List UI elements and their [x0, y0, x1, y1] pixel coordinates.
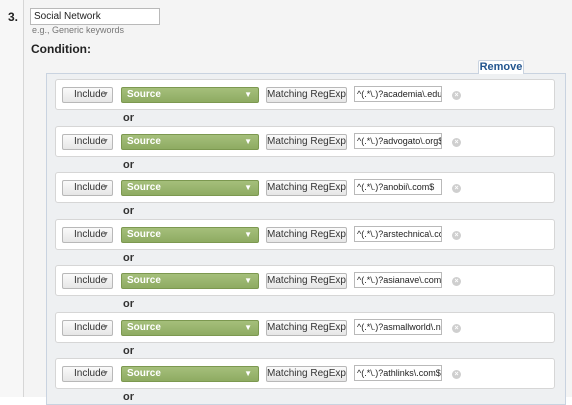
- step-number: 3.: [8, 10, 19, 24]
- chevron-down-icon: ▼: [102, 91, 109, 98]
- include-dropdown[interactable]: Include ▼: [62, 320, 113, 336]
- dimension-label: Source: [127, 368, 161, 379]
- or-separator: or: [123, 391, 134, 403]
- dropdown-arrow-icon: ▼: [244, 230, 252, 239]
- match-type-button[interactable]: Matching RegExp: [266, 227, 347, 243]
- or-separator: or: [123, 252, 134, 264]
- match-type-button[interactable]: Matching RegExp: [266, 134, 347, 150]
- dimension-label: Source: [127, 136, 161, 147]
- dimension-select[interactable]: Source ▼: [121, 134, 259, 150]
- close-circle-icon[interactable]: ×: [452, 370, 461, 379]
- dimension-select[interactable]: Source ▼: [121, 87, 259, 103]
- dimension-select[interactable]: Source ▼: [121, 320, 259, 336]
- or-separator: or: [123, 112, 134, 124]
- chevron-down-icon: ▼: [102, 138, 109, 145]
- close-circle-icon[interactable]: ×: [452, 277, 461, 286]
- match-type-button[interactable]: Matching RegExp: [266, 87, 347, 103]
- close-circle-icon[interactable]: ×: [452, 324, 461, 333]
- chevron-down-icon: ▼: [102, 184, 109, 191]
- match-type-button[interactable]: Matching RegExp: [266, 273, 347, 289]
- dimension-label: Source: [127, 182, 161, 193]
- condition-row: Include ▼ Source ▼ Matching RegExp ^(.*\.)?as…: [55, 265, 555, 296]
- condition-row: Include ▼ Source ▼ Matching RegExp ^(.*\.)?ac…: [55, 79, 555, 110]
- match-type-button[interactable]: Matching RegExp: [266, 366, 347, 382]
- chevron-down-icon: ▼: [102, 370, 109, 377]
- regex-input[interactable]: ^(.*\.)?arstechnica\.com: [354, 226, 442, 242]
- include-dropdown[interactable]: Include ▼: [62, 180, 113, 196]
- chevron-down-icon: ▼: [102, 277, 109, 284]
- match-type-button[interactable]: Matching RegExp: [266, 320, 347, 336]
- close-circle-icon[interactable]: ×: [452, 184, 461, 193]
- condition-row: Include ▼ Source ▼ Matching RegExp ^(.*\.)?ar…: [55, 219, 555, 250]
- left-gutter: 3.: [0, 0, 23, 397]
- match-type-button[interactable]: Matching RegExp: [266, 180, 347, 196]
- dimension-label: Source: [127, 89, 161, 100]
- chevron-down-icon: ▼: [102, 231, 109, 238]
- dimension-select[interactable]: Source ▼: [121, 227, 259, 243]
- include-dropdown[interactable]: Include ▼: [62, 227, 113, 243]
- include-dropdown[interactable]: Include ▼: [62, 273, 113, 289]
- condition-row: Include ▼ Source ▼ Matching RegExp ^(.*\.)?ad…: [55, 126, 555, 157]
- dimension-label: Source: [127, 229, 161, 240]
- condition-row: Include ▼ Source ▼ Matching RegExp ^(.*\.)?an…: [55, 172, 555, 203]
- dimension-select[interactable]: Source ▼: [121, 180, 259, 196]
- regex-input[interactable]: ^(.*\.)?athlinks\.com$: [354, 365, 442, 381]
- close-circle-icon[interactable]: ×: [452, 138, 461, 147]
- dropdown-arrow-icon: ▼: [244, 276, 252, 285]
- dropdown-arrow-icon: ▼: [244, 323, 252, 332]
- dimension-label: Source: [127, 275, 161, 286]
- include-dropdown[interactable]: Include ▼: [62, 366, 113, 382]
- close-circle-icon[interactable]: ×: [452, 91, 461, 100]
- remove-link[interactable]: Remove: [478, 60, 524, 74]
- or-separator: or: [123, 159, 134, 171]
- include-dropdown[interactable]: Include ▼: [62, 134, 113, 150]
- dimension-label: Source: [127, 322, 161, 333]
- chevron-down-icon: ▼: [102, 324, 109, 331]
- filter-name-input[interactable]: Social Network: [30, 8, 160, 25]
- regex-input[interactable]: ^(.*\.)?asmallworld\.net$: [354, 319, 442, 335]
- close-circle-icon[interactable]: ×: [452, 231, 461, 240]
- or-separator: or: [123, 345, 134, 357]
- include-dropdown[interactable]: Include ▼: [62, 87, 113, 103]
- condition-row: Include ▼ Source ▼ Matching RegExp ^(.*\.)?as…: [55, 312, 555, 343]
- or-separator: or: [123, 205, 134, 217]
- or-separator: or: [123, 298, 134, 310]
- regex-input[interactable]: ^(.*\.)?academia\.edu$: [354, 86, 442, 102]
- condition-label: Condition:: [31, 42, 91, 56]
- dropdown-arrow-icon: ▼: [244, 183, 252, 192]
- dimension-select[interactable]: Source ▼: [121, 366, 259, 382]
- dimension-select[interactable]: Source ▼: [121, 273, 259, 289]
- regex-input[interactable]: ^(.*\.)?anobii\.com$: [354, 179, 442, 195]
- condition-row: Include ▼ Source ▼ Matching RegExp ^(.*\.)?at…: [55, 358, 555, 389]
- filter-name-hint: e.g., Generic keywords: [32, 25, 125, 35]
- regex-input[interactable]: ^(.*\.)?advogato\.org$: [354, 133, 442, 149]
- regex-input[interactable]: ^(.*\.)?asianave\.com$: [354, 272, 442, 288]
- dropdown-arrow-icon: ▼: [244, 137, 252, 146]
- dropdown-arrow-icon: ▼: [244, 90, 252, 99]
- dropdown-arrow-icon: ▼: [244, 369, 252, 378]
